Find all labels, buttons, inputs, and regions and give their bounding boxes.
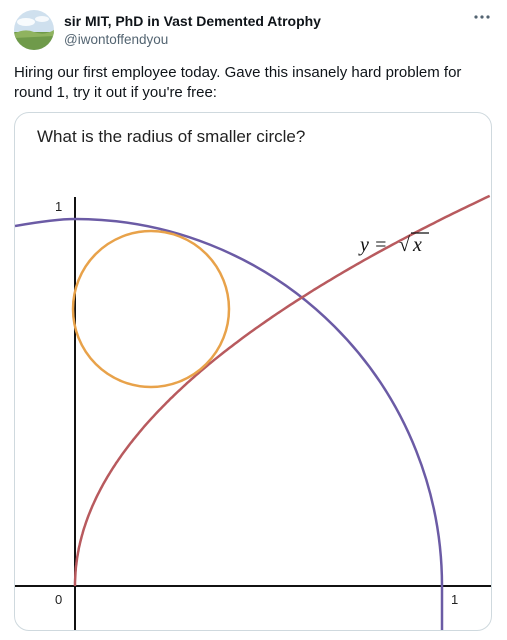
label-origin: 0: [55, 592, 62, 607]
more-options-icon[interactable]: [472, 10, 492, 24]
avatar[interactable]: [14, 10, 54, 50]
small-circle: [71, 229, 231, 389]
label-y-one: 1: [55, 199, 62, 214]
tweet-text: Hiring our first employee today. Gave th…: [14, 64, 462, 101]
svg-text:x: x: [412, 234, 422, 256]
landscape-avatar-icon: [14, 10, 54, 50]
author-handle[interactable]: @iwontoffendyou: [64, 32, 168, 47]
sqrt-curve: [73, 194, 491, 586]
geometry-figure: 1 0 1 y = √ x: [15, 194, 491, 630]
label-x-one: 1: [451, 592, 458, 607]
author-name[interactable]: sir MIT, PhD in Vast Demented Atrophy: [64, 13, 321, 29]
svg-text:y =: y =: [358, 234, 387, 256]
svg-text:√: √: [399, 234, 410, 256]
tweet-image[interactable]: What is the radius of smaller circle? 1 …: [14, 112, 492, 631]
